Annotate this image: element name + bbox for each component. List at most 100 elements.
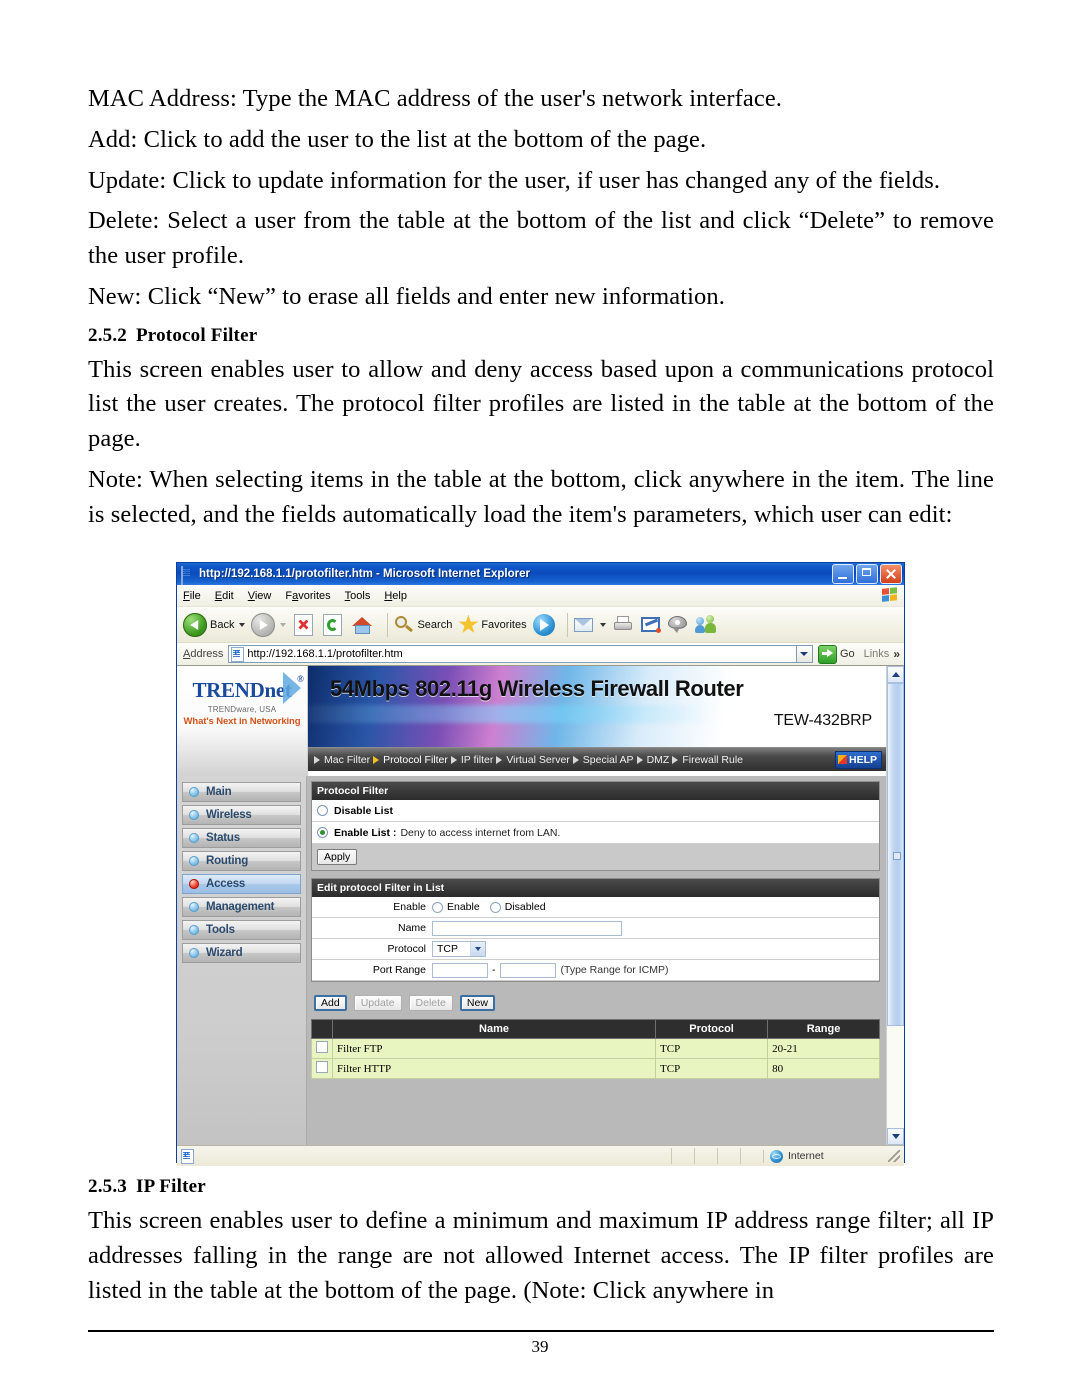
- apply-button[interactable]: Apply: [317, 848, 358, 865]
- mail-dropdown-icon[interactable]: [599, 622, 606, 627]
- print-button[interactable]: [612, 615, 634, 634]
- table-row[interactable]: Filter FTP TCP 20-21: [311, 1038, 880, 1059]
- close-button[interactable]: [880, 564, 902, 584]
- enable-field-label: Enable: [393, 901, 426, 913]
- sidebar-item-label: Management: [206, 901, 275, 913]
- refresh-button[interactable]: [321, 613, 344, 636]
- minimize-button[interactable]: [832, 564, 854, 584]
- sidebar-item-access[interactable]: Access: [182, 874, 301, 894]
- resize-grip[interactable]: [888, 1150, 900, 1162]
- go-button[interactable]: Go: [817, 644, 855, 664]
- scrollbar-thumb[interactable]: [887, 683, 904, 1026]
- port-range-field-label: Port Range: [372, 964, 426, 976]
- nav-item-firewall-rule[interactable]: Firewall Rule: [672, 754, 743, 766]
- sidebar-item-routing[interactable]: Routing: [182, 851, 301, 871]
- row-checkbox[interactable]: [316, 1061, 328, 1073]
- disable-list-radio[interactable]: [317, 805, 328, 816]
- enable-radio[interactable]: [432, 901, 443, 913]
- port-end-input[interactable]: [499, 962, 556, 978]
- forward-button[interactable]: [251, 612, 287, 637]
- add-button[interactable]: Add: [314, 995, 347, 1011]
- back-dropdown-icon[interactable]: [239, 622, 246, 627]
- disabled-radio[interactable]: [489, 901, 501, 913]
- back-button[interactable]: Back: [183, 612, 246, 637]
- scroll-down-button[interactable]: [887, 1128, 904, 1145]
- toolbar-overflow-icon[interactable]: »: [893, 647, 900, 661]
- favorites-button[interactable]: Favorites: [458, 615, 527, 634]
- mail-button[interactable]: [573, 617, 606, 633]
- toolbar-separator-2: [566, 612, 568, 637]
- scroll-up-button[interactable]: [887, 666, 904, 683]
- discuss-button[interactable]: [667, 615, 689, 634]
- edit-button[interactable]: [640, 616, 662, 634]
- protocol-filter-header: Protocol Filter: [312, 782, 879, 800]
- menu-tools[interactable]: Tools: [345, 590, 371, 602]
- document-body: MAC Address: Type the MAC address of the…: [88, 82, 994, 539]
- address-dropdown-button[interactable]: [796, 645, 813, 663]
- menu-help[interactable]: Help: [384, 590, 407, 602]
- paragraph-252-body: This screen enables user to allow and de…: [88, 355, 994, 453]
- name-field-control: [430, 920, 879, 936]
- name-input[interactable]: [432, 920, 622, 936]
- protocol-select[interactable]: TCP: [432, 941, 486, 957]
- nav-item-dmz[interactable]: DMZ: [636, 754, 669, 766]
- sidebar-item-management[interactable]: Management: [182, 897, 301, 917]
- messenger-icon: [694, 615, 717, 634]
- row-checkbox-cell[interactable]: [311, 1038, 333, 1059]
- sidebar-item-status[interactable]: Status: [182, 828, 301, 848]
- disable-list-row[interactable]: Disable List: [312, 800, 879, 822]
- help-button[interactable]: HELP: [834, 750, 882, 769]
- row-name: Filter FTP: [331, 1038, 657, 1059]
- stop-button[interactable]: [292, 613, 315, 636]
- enable-field-control: Enable Disabled: [430, 901, 879, 913]
- page-icon: [231, 646, 245, 662]
- sidebar-item-tools[interactable]: Tools: [182, 920, 301, 940]
- sidebar-item-main[interactable]: Main: [182, 782, 301, 802]
- paragraph-252-note: Note: When selecting items in the table …: [88, 466, 994, 528]
- media-button[interactable]: [532, 613, 555, 636]
- menu-file[interactable]: File: [183, 590, 201, 602]
- nav-item-mac-filter[interactable]: Mac Filter: [314, 754, 370, 766]
- security-zone[interactable]: Internet: [763, 1149, 888, 1163]
- nav-item-special-ap[interactable]: Special AP: [572, 754, 634, 766]
- new-button[interactable]: New: [459, 995, 495, 1011]
- row-checkbox[interactable]: [316, 1041, 328, 1053]
- address-input[interactable]: http://192.168.1.1/protofilter.htm: [228, 645, 797, 663]
- bullet-icon: [189, 925, 199, 935]
- enable-list-row[interactable]: Enable List : Deny to access internet fr…: [312, 822, 879, 844]
- go-icon: [817, 644, 837, 664]
- search-button[interactable]: Search: [394, 615, 452, 635]
- menu-view[interactable]: View: [248, 590, 272, 602]
- menu-favorites[interactable]: Favorites: [285, 590, 330, 602]
- home-button[interactable]: [350, 615, 375, 635]
- browser-window: http://192.168.1.1/protofilter.htm - Mic…: [176, 562, 905, 1166]
- nav-item-virtual-server[interactable]: Virtual Server: [496, 754, 570, 766]
- paragraph-add: Add: Click to add the user to the list a…: [88, 125, 707, 153]
- update-button[interactable]: Update: [353, 995, 402, 1011]
- nav-item-protocol-filter[interactable]: Protocol Filter: [373, 754, 448, 766]
- port-range-row: Port Range - (Type Range for ICMP): [312, 960, 879, 981]
- scrollbar-track[interactable]: [887, 683, 904, 1128]
- nav-item-ip-filter[interactable]: IP filter: [450, 754, 493, 766]
- maximize-button[interactable]: [856, 564, 878, 584]
- router-header: TRENDnet ® TRENDware, USA What's Next in…: [177, 666, 886, 776]
- sidebar-item-wireless[interactable]: Wireless: [182, 805, 301, 825]
- search-label: Search: [417, 618, 453, 631]
- row-checkbox-cell[interactable]: [311, 1058, 333, 1079]
- delete-button[interactable]: Delete: [408, 995, 453, 1011]
- menu-edit[interactable]: Edit: [215, 590, 234, 602]
- enable-list-radio[interactable]: [317, 827, 328, 838]
- globe-icon: [770, 1149, 783, 1163]
- forward-dropdown-icon[interactable]: [280, 622, 287, 627]
- home-icon: [352, 615, 373, 635]
- vertical-scrollbar[interactable]: [886, 666, 904, 1145]
- section-number-253: 2.5.3: [88, 1176, 127, 1197]
- banner-model: TEW-432BRP: [773, 712, 872, 729]
- links-label[interactable]: Links: [864, 648, 890, 660]
- port-start-input[interactable]: [432, 962, 488, 978]
- section-title-253: IP Filter: [136, 1176, 206, 1197]
- sidebar-item-wizard[interactable]: Wizard: [182, 943, 301, 963]
- messenger-button[interactable]: [694, 615, 717, 634]
- brand-name: TRENDnet ®: [192, 674, 303, 703]
- table-row[interactable]: Filter HTTP TCP 80: [311, 1058, 880, 1079]
